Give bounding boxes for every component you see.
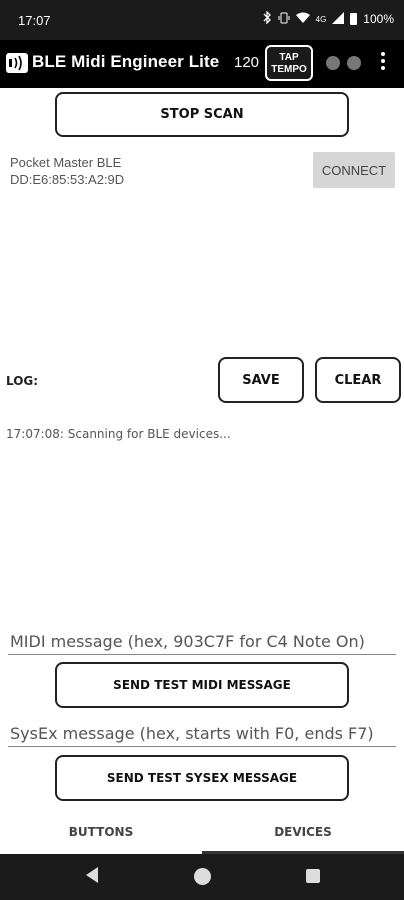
bpm-value: 120 xyxy=(234,54,260,71)
send-test-midi-button[interactable]: SEND TEST MIDI MESSAGE xyxy=(55,662,349,708)
stop-scan-button[interactable]: STOP SCAN xyxy=(55,92,349,137)
tab-buttons[interactable]: BUTTONS xyxy=(0,810,202,854)
status-bar: 17:07 4G 100% xyxy=(0,0,404,40)
tap-tempo-button[interactable]: TAP TEMPO xyxy=(265,45,313,81)
connect-button[interactable]: CONNECT xyxy=(313,152,395,188)
log-label: LOG: xyxy=(6,374,39,388)
status-icons: 4G 100% xyxy=(262,10,394,27)
indicator-dot-2 xyxy=(347,56,361,70)
sysex-message-input[interactable] xyxy=(8,721,396,747)
recent-apps-icon[interactable] xyxy=(306,869,320,883)
save-log-button[interactable]: SAVE xyxy=(218,357,304,403)
vibrate-icon xyxy=(278,12,290,27)
system-nav-bar xyxy=(0,854,404,900)
tap-line-1: TAP xyxy=(279,52,299,63)
battery-icon xyxy=(350,13,358,25)
back-icon[interactable] xyxy=(86,867,98,883)
midi-message-input[interactable] xyxy=(8,629,396,655)
device-name: Pocket Master BLE xyxy=(10,155,122,170)
wifi-icon xyxy=(295,12,310,27)
app-title: BLE Midi Engineer Lite xyxy=(32,52,220,71)
bottom-tabs: BUTTONS DEVICES xyxy=(0,810,404,854)
app-logo-icon xyxy=(5,52,29,79)
app-bar: BLE Midi Engineer Lite 120 TAP TEMPO xyxy=(0,40,404,88)
status-time: 17:07 xyxy=(18,13,51,28)
send-test-sysex-button[interactable]: SEND TEST SYSEX MESSAGE xyxy=(55,755,349,801)
device-mac-address: DD:E6:85:53:A2:9D xyxy=(10,172,125,187)
battery-percent: 100% xyxy=(363,12,394,26)
clear-log-button[interactable]: CLEAR xyxy=(315,357,401,403)
home-icon[interactable] xyxy=(194,868,211,885)
tap-line-2: TEMPO xyxy=(271,64,307,75)
tab-devices[interactable]: DEVICES xyxy=(202,810,404,854)
signal-icon xyxy=(332,11,345,27)
log-entry: 17:07:08: Scanning for BLE devices... xyxy=(6,427,231,441)
bluetooth-icon xyxy=(262,10,272,27)
indicator-dot-1 xyxy=(326,56,340,70)
network-type-label: 4G xyxy=(315,14,327,24)
overflow-menu-icon[interactable] xyxy=(378,52,388,74)
